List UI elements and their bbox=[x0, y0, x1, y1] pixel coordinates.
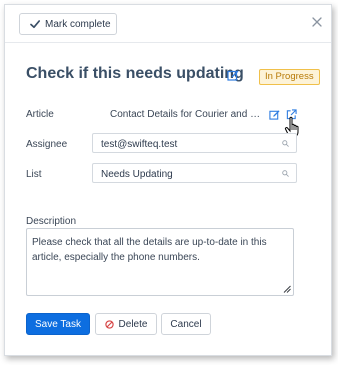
article-label: Article bbox=[26, 109, 54, 120]
list-input[interactable] bbox=[93, 165, 281, 184]
assignee-input[interactable] bbox=[93, 135, 281, 154]
list-label: List bbox=[26, 169, 42, 180]
prohibited-icon bbox=[104, 319, 114, 329]
edit-icon[interactable] bbox=[269, 109, 280, 120]
description-text: Please check that all the details are up… bbox=[32, 237, 267, 263]
dialog-header: Mark complete bbox=[5, 5, 331, 43]
task-title: Check if this needs updating bbox=[26, 65, 244, 82]
delete-label: Delete bbox=[118, 318, 148, 330]
resize-grip-icon[interactable] bbox=[283, 285, 291, 293]
save-task-label: Save Task bbox=[35, 318, 81, 330]
close-icon[interactable] bbox=[311, 16, 323, 28]
assignee-field[interactable] bbox=[92, 133, 297, 154]
save-task-button[interactable]: Save Task bbox=[26, 313, 90, 335]
cancel-button[interactable]: Cancel bbox=[161, 313, 211, 335]
list-field[interactable] bbox=[92, 163, 297, 184]
edit-icon[interactable] bbox=[227, 69, 239, 81]
check-icon bbox=[30, 20, 41, 29]
search-icon bbox=[282, 170, 289, 177]
description-textarea[interactable]: Please check that all the details are up… bbox=[26, 228, 294, 296]
mark-complete-label: Mark complete bbox=[45, 18, 111, 30]
description-label: Description bbox=[26, 216, 77, 227]
cancel-label: Cancel bbox=[170, 318, 202, 330]
assignee-label: Assignee bbox=[26, 139, 68, 150]
status-badge: In Progress bbox=[259, 69, 320, 85]
article-link[interactable]: Contact Details for Courier and Deli... bbox=[110, 109, 262, 120]
task-dialog: Mark complete Check if this needs updati… bbox=[4, 4, 332, 356]
delete-button[interactable]: Delete bbox=[95, 313, 157, 335]
mark-complete-button[interactable]: Mark complete bbox=[19, 13, 117, 35]
search-icon bbox=[282, 140, 289, 147]
